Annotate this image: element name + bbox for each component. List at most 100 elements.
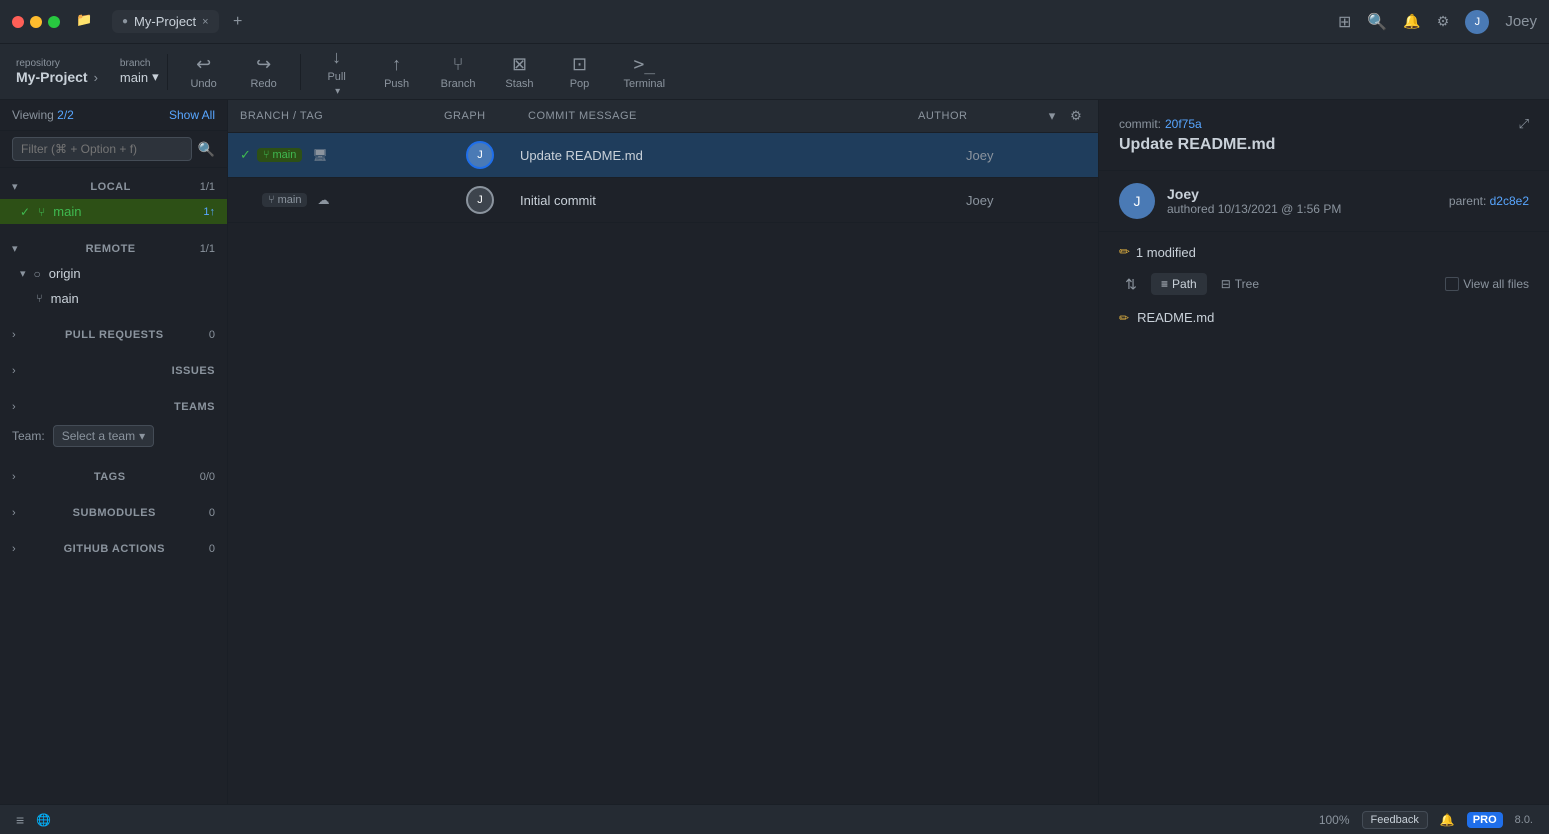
viewing-count: 2/2 — [57, 108, 74, 122]
local-section-header[interactable]: ▾ LOCAL 1/1 — [0, 174, 227, 199]
view-all-files[interactable]: View all files — [1445, 277, 1529, 291]
split-view-icon[interactable]: ⊞ — [1338, 12, 1351, 32]
meta-parent: parent: d2c8e2 — [1449, 194, 1529, 208]
pull-dropdown-icon: ▾ — [335, 86, 340, 97]
pull-requests-header[interactable]: › PULL REQUESTS 0 — [0, 323, 227, 347]
team-label: Team: — [12, 429, 45, 443]
status-bar: ≡ 🌐 100% Feedback 🔔 PRO 8.0. — [0, 804, 1549, 834]
tab-close-button[interactable]: × — [202, 16, 208, 28]
origin-label: origin — [49, 266, 81, 281]
commit-row-2[interactable]: ⑂ main ☁ J Initial commit Joey — [228, 178, 1098, 223]
expand-icon[interactable]: ⤢ — [1519, 116, 1529, 132]
github-actions-header[interactable]: › GITHUB ACTIONS 0 — [0, 537, 227, 561]
commit-author-1: Joey — [966, 148, 1086, 163]
sidebar-item-origin[interactable]: ▾ ○ origin — [0, 261, 227, 286]
title-bar-right: ⊞ 🔍 🔔 ⚙ J Joey — [1338, 10, 1537, 34]
network-icon[interactable]: 🌐 — [36, 813, 51, 827]
submodules-count: 0 — [209, 507, 215, 519]
col-graph-header: GRAPH — [444, 110, 524, 122]
tab-dot: ● — [122, 16, 128, 27]
github-actions-label: GITHUB ACTIONS — [64, 543, 165, 555]
origin-icon: ○ — [34, 267, 41, 281]
search-icon[interactable]: 🔍 — [198, 141, 215, 158]
meta-avatar: J — [1119, 183, 1155, 219]
team-select-placeholder: Select a team — [62, 429, 135, 443]
feedback-button[interactable]: Feedback — [1362, 811, 1428, 829]
tree-view-button[interactable]: ⊟ Tree — [1211, 273, 1269, 295]
path-view-button[interactable]: ≡ Path — [1151, 273, 1207, 295]
view-all-checkbox[interactable] — [1445, 277, 1459, 291]
commit-date: 10/13/2021 @ 1:56 PM — [1218, 202, 1342, 216]
pop-button[interactable]: ⊡ Pop — [552, 48, 608, 96]
commit-avatar-1: J — [466, 141, 494, 169]
main-layout: Viewing 2/2 Show All 🔍 ▾ LOCAL 1/1 ✓ ⑂ m… — [0, 100, 1549, 804]
col-branch-header: BRANCH / TAG — [240, 110, 440, 122]
toolbar-divider-1 — [167, 54, 168, 90]
team-selector: Team: Select a team ▾ — [0, 419, 227, 453]
maximize-button[interactable] — [48, 16, 60, 28]
branch-name: main — [120, 70, 148, 85]
repo-selector[interactable]: My-Project › — [16, 69, 98, 85]
commit-message-1: Update README.md — [520, 148, 966, 163]
redo-button[interactable]: ↪ Redo — [236, 48, 292, 96]
submodules-header[interactable]: › SUBMODULES 0 — [0, 501, 227, 525]
pull-button[interactable]: ↓ Pull ▾ — [309, 41, 365, 103]
new-tab-button[interactable]: + — [227, 11, 249, 33]
close-button[interactable] — [12, 16, 24, 28]
list-icon[interactable]: ≡ — [16, 812, 24, 828]
remote-section-header[interactable]: ▾ REMOTE 1/1 — [0, 236, 227, 261]
filter-button[interactable]: ▾ — [1042, 106, 1062, 126]
branch-icon-local: ⑂ — [38, 205, 45, 219]
commit-branch-cell-1: ✓ ⑂ main 🖥 — [240, 147, 440, 163]
repo-section: repository My-Project › branch main ▾ — [16, 58, 159, 85]
push-button[interactable]: ↑ Push — [369, 48, 425, 96]
branch-tag-icon-1: ⑂ — [263, 149, 270, 161]
remote-expand-icon: ▾ — [12, 242, 18, 255]
zoom-level: 100% — [1319, 813, 1350, 827]
search-icon[interactable]: 🔍 — [1367, 12, 1387, 32]
folder-icon[interactable]: 📁 — [76, 12, 96, 32]
sidebar-item-origin-main[interactable]: ⑂ main — [0, 286, 227, 311]
sort-button[interactable]: ⇅ — [1119, 272, 1143, 296]
status-bell-icon[interactable]: 🔔 — [1440, 813, 1455, 827]
team-dropdown-icon: ▾ — [139, 429, 145, 443]
branch-button[interactable]: ⑂ Branch — [429, 48, 488, 96]
files-toolbar: ⇅ ≡ Path ⊟ Tree View all files — [1119, 272, 1529, 296]
commit-title: Update README.md — [1119, 136, 1529, 154]
redo-icon: ↪ — [256, 54, 271, 75]
show-all-button[interactable]: Show All — [169, 108, 215, 122]
issues-header[interactable]: › ISSUES — [0, 359, 227, 383]
undo-button[interactable]: ↩ Undo — [176, 48, 232, 96]
commit-row[interactable]: ✓ ⑂ main 🖥 J Update README.md Joey — [228, 133, 1098, 178]
stash-button[interactable]: ⊠ Stash — [492, 48, 548, 96]
sidebar-item-main-branch[interactable]: ✓ ⑂ main 1↑ — [0, 199, 227, 224]
teams-expand-icon: › — [12, 401, 16, 413]
terminal-button[interactable]: >_ Terminal — [612, 48, 678, 96]
push-icon: ↑ — [392, 54, 401, 75]
active-tab[interactable]: ● My-Project × — [112, 10, 219, 33]
branch-search-input[interactable] — [12, 137, 192, 161]
title-bar: 📁 ● My-Project × + ⊞ 🔍 🔔 ⚙ J Joey — [0, 0, 1549, 44]
team-select-dropdown[interactable]: Select a team ▾ — [53, 425, 154, 447]
path-icon: ≡ — [1161, 277, 1168, 291]
avatar[interactable]: J — [1465, 10, 1489, 34]
tags-header[interactable]: › TAGS 0/0 — [0, 465, 227, 489]
remote-label: REMOTE — [86, 243, 136, 255]
teams-header[interactable]: › TEAMS — [0, 395, 227, 419]
commit-avatar-2: J — [466, 186, 494, 214]
bell-icon[interactable]: 🔔 — [1403, 13, 1420, 30]
pro-badge: PRO — [1467, 812, 1503, 828]
submodules-expand-icon: › — [12, 507, 16, 519]
commit-list-header: BRANCH / TAG GRAPH COMMIT MESSAGE AUTHOR… — [228, 100, 1098, 133]
list-item[interactable]: ✏ README.md — [1119, 304, 1529, 331]
settings-button[interactable]: ⚙ — [1066, 106, 1086, 126]
traffic-lights — [12, 16, 60, 28]
branch-tag-2: ⑂ main — [262, 193, 307, 207]
minimize-button[interactable] — [30, 16, 42, 28]
main-branch-label: main — [53, 204, 81, 219]
meta-info: Joey authored 10/13/2021 @ 1:56 PM — [1167, 186, 1437, 216]
submodules-label: SUBMODULES — [73, 507, 156, 519]
branch-selector-section[interactable]: branch main ▾ — [120, 58, 159, 85]
sidebar: Viewing 2/2 Show All 🔍 ▾ LOCAL 1/1 ✓ ⑂ m… — [0, 100, 228, 804]
gear-icon[interactable]: ⚙ — [1437, 13, 1450, 30]
